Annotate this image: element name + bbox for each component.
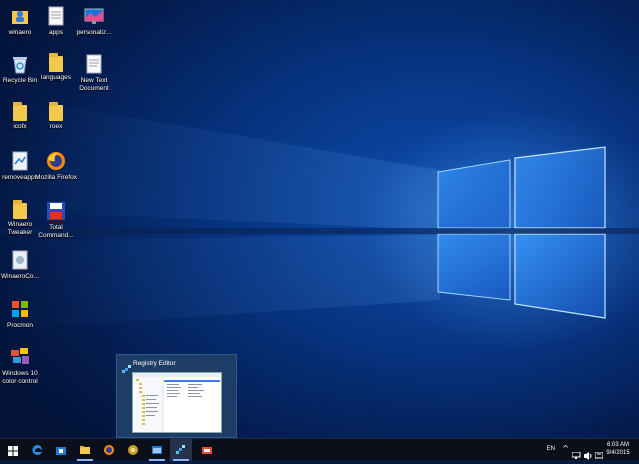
folder-icon bbox=[13, 102, 27, 121]
desktop-icon-label: New Text Document bbox=[79, 77, 109, 92]
language-indicator[interactable]: EN bbox=[547, 446, 555, 452]
taskbar-thumbnail-registry-editor[interactable]: Registry Editor bbox=[116, 354, 237, 438]
clock-time: 6:03 AM bbox=[606, 442, 629, 448]
registry-editor-icon bbox=[175, 441, 187, 460]
taskbar-window-button[interactable] bbox=[146, 439, 168, 461]
desktop-icon-label: Windows 10 color control bbox=[2, 370, 38, 385]
text-document-icon bbox=[83, 53, 105, 75]
volume-icon[interactable] bbox=[584, 445, 593, 464]
chevron-up-icon[interactable]: ^ bbox=[562, 444, 569, 453]
app-icon bbox=[127, 441, 139, 460]
taskbar-registry-editor-button[interactable] bbox=[170, 439, 192, 461]
color-control-icon bbox=[9, 346, 31, 368]
desktop-icon-windows-10-color-control[interactable]: Windows 10 color control bbox=[0, 346, 40, 386]
firefox-icon bbox=[45, 150, 67, 172]
windows-start-icon bbox=[8, 441, 18, 460]
procmon-icon bbox=[9, 298, 31, 320]
desktop-icon-apps[interactable]: apps bbox=[36, 5, 76, 37]
desktop-icon-label: Procmon bbox=[6, 322, 33, 329]
action-center-icon[interactable] bbox=[594, 445, 604, 464]
desktop[interactable]: winaero Recycle Bin icofx removeapps Win… bbox=[0, 0, 639, 438]
desktop-icon-label: Mozilla Firefox bbox=[35, 174, 77, 181]
desktop-icon-mozilla-firefox[interactable]: Mozilla Firefox bbox=[35, 150, 77, 182]
thumbnail-preview bbox=[132, 372, 222, 433]
total-commander-icon bbox=[45, 200, 67, 222]
window-icon bbox=[151, 441, 163, 460]
folder-icon bbox=[79, 441, 91, 460]
clock[interactable]: 6:03 AM 9/4/2015 bbox=[603, 442, 633, 457]
store-icon bbox=[55, 441, 67, 460]
desktop-icon-label: WinaeroCo... bbox=[1, 273, 39, 280]
user-folder-icon bbox=[9, 5, 31, 27]
desktop-icon-languages[interactable]: languages bbox=[36, 53, 76, 82]
desktop-icon-total-commander[interactable]: Total Command... bbox=[36, 200, 76, 240]
taskbar-app2-button[interactable] bbox=[196, 439, 218, 461]
start-button[interactable] bbox=[2, 439, 24, 461]
recycle-bin-icon bbox=[9, 53, 31, 75]
taskbar-app-button[interactable] bbox=[122, 439, 144, 461]
desktop-icon-roex[interactable]: roex bbox=[36, 102, 76, 131]
document-icon bbox=[45, 5, 67, 27]
taskbar-store-button[interactable] bbox=[50, 439, 72, 461]
registry-editor-icon bbox=[122, 359, 131, 378]
clock-date: 9/4/2015 bbox=[606, 450, 630, 456]
taskbar: EN ^ 6:03 AM 9/4/2015 bbox=[0, 438, 639, 461]
taskbar-edge-button[interactable] bbox=[26, 439, 48, 461]
script-file-icon bbox=[9, 150, 31, 172]
desktop-icon-new-text-document[interactable]: New Text Document bbox=[74, 53, 114, 93]
folder-icon bbox=[13, 200, 27, 219]
desktop-icon-label: Total Command... bbox=[38, 224, 74, 239]
taskbar-file-explorer-button[interactable] bbox=[74, 439, 96, 461]
firefox-icon bbox=[103, 441, 115, 460]
desktop-icon-personalization[interactable]: personaliz... bbox=[74, 5, 114, 37]
desktop-icon-label: roex bbox=[49, 123, 63, 130]
edge-icon bbox=[31, 441, 43, 460]
desktop-icon-procmon[interactable]: Procmon bbox=[0, 298, 40, 330]
thumbnail-title: Registry Editor bbox=[133, 360, 176, 367]
folder-icon bbox=[49, 102, 63, 121]
desktop-icon-winaeroco[interactable]: WinaeroCo... bbox=[0, 249, 40, 281]
network-icon[interactable] bbox=[571, 445, 581, 464]
app-icon bbox=[201, 441, 213, 460]
desktop-icon-label: personaliz... bbox=[76, 29, 112, 36]
folder-icon bbox=[49, 53, 63, 72]
file-icon bbox=[9, 249, 31, 271]
taskbar-firefox-button[interactable] bbox=[98, 439, 120, 461]
personalization-monitor-icon bbox=[83, 5, 105, 27]
